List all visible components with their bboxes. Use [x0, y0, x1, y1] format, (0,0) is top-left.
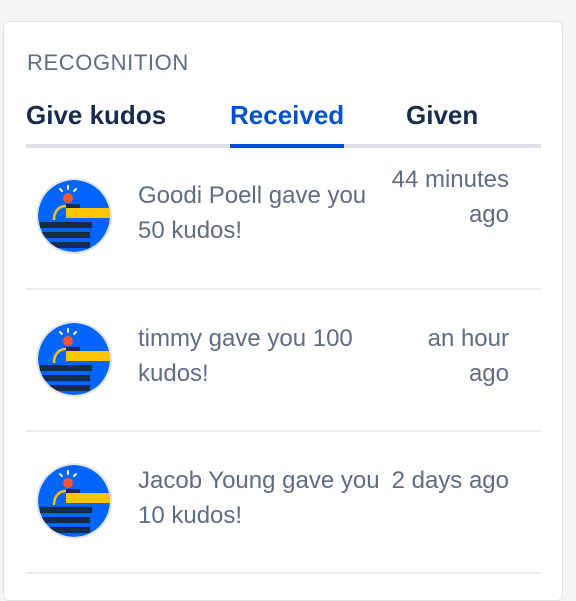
kudos-timestamp: an hour ago	[427, 325, 509, 387]
tab-received[interactable]: Received	[230, 100, 345, 148]
kudos-message: Jacob Young gave you 10 kudos!	[138, 467, 380, 529]
list-item: Goodi Poell gave you 50 kudos! 44 minute…	[26, 148, 541, 290]
list-item: Jacob Young gave you 10 kudos! 2 days ag…	[26, 432, 541, 574]
recognition-card: RECOGNITION Give kudos Received Given Go…	[3, 21, 563, 601]
kudos-list: Goodi Poell gave you 50 kudos! 44 minute…	[26, 148, 541, 574]
kudos-message: timmy gave you 100 kudos!	[138, 325, 353, 387]
kudos-timestamp: 44 minutes ago	[391, 166, 509, 228]
tab-give-kudos[interactable]: Give kudos	[26, 100, 166, 144]
list-item: timmy gave you 100 kudos! an hour ago	[26, 290, 541, 432]
recognition-tabs: Give kudos Received Given	[26, 100, 541, 148]
kudos-timestamp: 2 days ago	[391, 467, 509, 494]
kudos-badge-icon	[36, 178, 112, 254]
tab-given[interactable]: Given	[406, 100, 478, 144]
kudos-badge-icon	[36, 321, 112, 397]
kudos-badge-icon	[36, 463, 112, 539]
section-title: RECOGNITION	[27, 50, 189, 75]
kudos-message: Goodi Poell gave you 50 kudos!	[138, 182, 367, 244]
